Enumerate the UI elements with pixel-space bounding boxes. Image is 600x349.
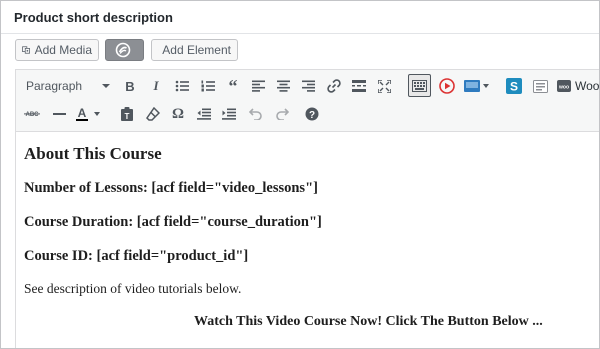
description-note: See description of video tutorials below… (24, 281, 242, 296)
link-icon[interactable] (324, 76, 344, 96)
svg-text:T: T (125, 112, 130, 121)
format-select-value: Paragraph (26, 79, 83, 93)
svg-text:woo: woo (558, 85, 569, 91)
panel-divider (1, 33, 599, 34)
indent-icon[interactable] (219, 104, 239, 124)
align-right-icon[interactable] (298, 76, 318, 96)
fullscreen-icon[interactable] (374, 76, 394, 96)
editor-box: Paragraph B I “ S woo Woo ABC A T Ω ? Ab… (15, 69, 600, 348)
product-short-description-panel: Product short description Add Media Add … (0, 0, 600, 349)
numbered-list-icon[interactable] (198, 76, 218, 96)
help-icon[interactable]: ? (302, 104, 322, 124)
redo-icon[interactable] (272, 104, 292, 124)
paste-as-text-icon[interactable]: T (117, 104, 137, 124)
svg-text:A: A (78, 106, 87, 120)
toolbar-row-1: Paragraph B I “ S woo Woo (16, 72, 600, 100)
woocommerce-label: Woo (575, 79, 600, 93)
strikethrough-icon[interactable]: ABC (22, 104, 42, 124)
blockquote-icon[interactable]: “ (223, 76, 243, 96)
svg-text:S: S (510, 80, 518, 94)
lessons-line: Number of Lessons: [acf field="video_les… (24, 180, 318, 196)
read-more-icon[interactable] (349, 76, 369, 96)
s-plugin-icon[interactable]: S (504, 76, 524, 96)
add-media-button[interactable]: Add Media (15, 39, 99, 61)
add-media-icon (22, 46, 30, 54)
media-embed-icon (464, 80, 489, 92)
align-center-icon[interactable] (273, 76, 293, 96)
add-element-label: Add Element (162, 43, 231, 57)
course-id-line: Course ID: [acf field="product_id"] (24, 248, 249, 264)
italic-icon[interactable]: I (146, 76, 166, 96)
horizontal-line-icon[interactable] (49, 104, 69, 124)
text-color-icon: A (76, 106, 100, 121)
svg-text:?: ? (309, 110, 315, 121)
cta-line: Watch This Video Course Now! Click The B… (194, 314, 543, 329)
svg-text:ABC: ABC (26, 112, 40, 118)
outdent-icon[interactable] (194, 104, 214, 124)
add-media-label: Add Media (34, 43, 92, 57)
content-heading: About This Course (24, 144, 162, 163)
format-select[interactable]: Paragraph (22, 76, 112, 96)
toolbar-row-2: ABC A T Ω ? (16, 100, 599, 128)
chevron-down-icon (102, 84, 110, 88)
text-color-dropdown[interactable]: A (76, 104, 108, 124)
undo-icon[interactable] (246, 104, 266, 124)
bullet-list-icon[interactable] (172, 76, 192, 96)
bold-icon[interactable]: B (120, 76, 140, 96)
woocommerce-shortcodes-button[interactable]: woo Woo (557, 76, 600, 96)
builder-toggle-button[interactable] (105, 39, 144, 61)
media-embed-dropdown[interactable] (462, 76, 492, 96)
panel-title: Product short description (14, 10, 173, 25)
toolbar-toggle-icon[interactable] (408, 74, 431, 97)
align-left-icon[interactable] (248, 76, 268, 96)
clear-formatting-icon[interactable] (143, 104, 163, 124)
woocommerce-icon: woo (557, 80, 571, 92)
duration-line: Course Duration: [acf field="course_dura… (24, 214, 322, 230)
shortcode-icon[interactable] (530, 76, 550, 96)
video-play-icon[interactable] (437, 76, 457, 96)
editor-toolbar: Paragraph B I “ S woo Woo ABC A T Ω ? (16, 70, 600, 132)
add-element-button[interactable]: Add Element (151, 39, 238, 61)
special-character-icon[interactable]: Ω (168, 104, 188, 124)
builder-logo-icon (115, 42, 130, 58)
